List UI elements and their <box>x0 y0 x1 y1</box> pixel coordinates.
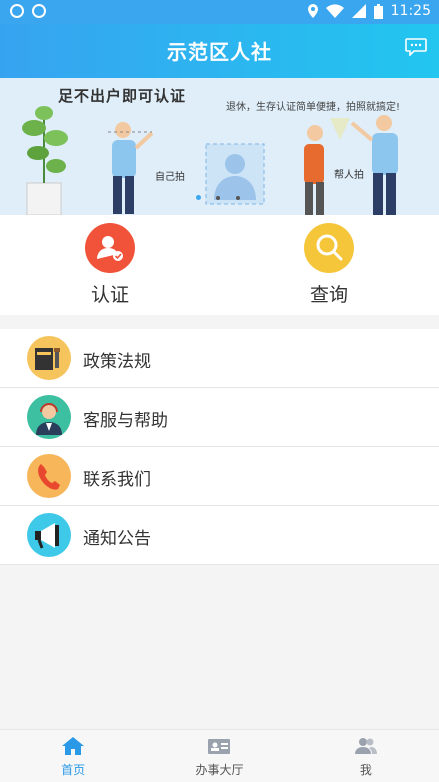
phone-icon <box>27 454 71 498</box>
sync-icon-2 <box>32 4 46 18</box>
status-bar: 11:25 <box>0 0 439 24</box>
banner-label-help: 帮人拍 <box>334 170 364 181</box>
user-icon <box>354 738 377 754</box>
message-icon[interactable] <box>405 38 427 56</box>
bottom-tab-bar: 首页 办事大厅 我 <box>0 729 439 782</box>
id-card-icon <box>208 739 231 754</box>
list-item-label: 政策法规 <box>83 352 151 372</box>
battery-icon <box>373 3 383 19</box>
list-item-label: 客服与帮助 <box>83 411 168 431</box>
query-button[interactable]: 查询 <box>269 223 389 307</box>
tab-me[interactable]: 我 <box>293 730 439 782</box>
banner-tagline: 退休，生存认证简单便捷，拍照就搞定! <box>226 102 401 113</box>
list-item-support[interactable]: 客服与帮助 <box>0 388 439 447</box>
list-item-notice[interactable]: 通知公告 <box>0 506 439 565</box>
wifi-icon <box>325 4 344 18</box>
tab-service-label: 办事大厅 <box>195 763 244 777</box>
app-bar: 示范区人社 <box>0 24 439 78</box>
banner-headline: 足不出户即可认证 <box>58 87 187 105</box>
home-icon <box>62 737 85 755</box>
certify-button[interactable]: 认证 <box>50 223 170 307</box>
quick-actions: 认证 查询 <box>0 215 439 315</box>
list-item-policy[interactable]: 政策法规 <box>0 329 439 388</box>
app-title: 示范区人社 <box>167 40 272 64</box>
list-item-contact[interactable]: 联系我们 <box>0 447 439 506</box>
pager-dot <box>209 195 214 200</box>
location-icon <box>307 4 318 18</box>
banner-pager <box>196 195 214 200</box>
certify-label: 认证 <box>90 284 129 306</box>
megaphone-icon <box>27 513 71 557</box>
search-icon <box>304 223 354 273</box>
list-item-label: 通知公告 <box>83 529 151 549</box>
tab-service-hall[interactable]: 办事大厅 <box>146 730 292 782</box>
menu-list: 政策法规 客服与帮助 联系我们 通知公告 <box>0 329 439 565</box>
certify-icon <box>85 223 135 273</box>
customer-service-icon <box>27 395 71 439</box>
status-time: 11:25 <box>390 3 431 19</box>
pager-dot-active <box>196 195 201 200</box>
signal-icon <box>351 4 366 18</box>
sync-icon <box>10 4 24 18</box>
law-book-icon <box>27 336 71 380</box>
list-item-label: 联系我们 <box>83 470 151 490</box>
tab-me-label: 我 <box>359 763 372 777</box>
promo-banner[interactable]: 足不出户即可认证 退休，生存认证简单便捷，拍照就搞定! 自己拍 帮人拍 <box>0 78 439 215</box>
tab-home-label: 首页 <box>61 763 86 777</box>
banner-label-self: 自己拍 <box>155 172 185 183</box>
query-label: 查询 <box>309 284 348 306</box>
tab-home[interactable]: 首页 <box>0 730 146 782</box>
